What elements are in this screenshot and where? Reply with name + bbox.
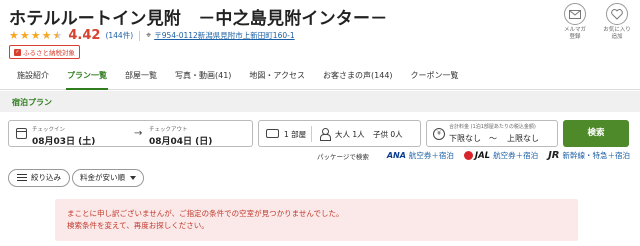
half-star-icon: ★ bbox=[52, 29, 63, 42]
package-ana-link[interactable]: 航空券＋宿泊 bbox=[409, 150, 454, 161]
badge-label: ふるさと納税対象 bbox=[23, 49, 75, 57]
jr-logo: JR bbox=[548, 150, 560, 161]
bed-icon bbox=[266, 129, 279, 138]
hotel-title: ホテルルートイン見附 －中之島見附インター－ bbox=[9, 9, 388, 29]
subtab-bar: 宿泊プラン bbox=[0, 91, 640, 112]
package-search-row: パッケージで検索 ANA 航空券＋宿泊 JAL 航空券＋宿泊 JR 新幹線・特急… bbox=[317, 150, 630, 161]
star-icon: ★ bbox=[19, 29, 30, 42]
top-actions: メルマガ 登録 お気に入り 追加 bbox=[560, 3, 632, 41]
review-count-link[interactable]: (144件) bbox=[105, 30, 133, 41]
jal-crane-icon bbox=[463, 151, 473, 160]
tab-rooms[interactable]: 部屋一覧 bbox=[116, 62, 166, 89]
date-picker[interactable]: チェックイン 08月03日 (土) → チェックアウト 08月04日 (日) bbox=[8, 120, 253, 147]
rooms-value: 1 部屋 bbox=[284, 130, 307, 139]
address-link[interactable]: 〒954-0112新潟県見附市上新田町160-1 bbox=[154, 30, 294, 41]
jal-logo: JAL bbox=[474, 150, 491, 161]
subtab-stay-plans[interactable]: 宿泊プラン bbox=[12, 97, 52, 108]
no-vacancy-message: まことに申し訳ございませんが、ご指定の条件での空室が見つかりませんでした。 検索… bbox=[55, 199, 578, 241]
calendar-icon bbox=[16, 128, 27, 139]
checkin-value[interactable]: 08月03日 (土) bbox=[32, 134, 95, 147]
favorite-label: お気に入り 追加 bbox=[603, 27, 631, 41]
divider bbox=[311, 126, 312, 142]
main-tabs: 施設紹介 プラン一覧 部屋一覧 写真・動画(41) 地図・アクセス お客さまの声… bbox=[0, 62, 640, 90]
error-line-1: まことに申し訳ございませんが、ご指定の条件での空室が見つかりませんでした。 bbox=[67, 209, 344, 218]
price-tilde: 〜 bbox=[489, 134, 497, 143]
yen-coin-icon: ¥ bbox=[433, 128, 445, 140]
furusato-badge: ✓ ふるさと納税対象 bbox=[9, 45, 80, 59]
rating-score: 4.42 bbox=[68, 28, 101, 43]
tab-facility[interactable]: 施設紹介 bbox=[0, 62, 58, 89]
tab-photos[interactable]: 写真・動画(41) bbox=[166, 62, 240, 89]
package-jr[interactable]: JR 新幹線・特急＋宿泊 bbox=[548, 150, 630, 161]
price-min[interactable]: 下限なし bbox=[449, 133, 481, 144]
children-value: 子供 0人 bbox=[373, 130, 403, 139]
person-icon bbox=[320, 128, 331, 141]
sort-select[interactable]: 料金が安い順 bbox=[72, 169, 144, 187]
newsletter-button[interactable]: メルマガ 登録 bbox=[560, 3, 590, 41]
price-label: 合計料金 (1泊1部屋あたりの税込金額) bbox=[449, 123, 536, 130]
filter-sliders-icon bbox=[17, 174, 27, 182]
search-button[interactable]: 検索 bbox=[563, 120, 629, 147]
package-ana[interactable]: ANA 航空券＋宿泊 bbox=[387, 150, 454, 161]
newsletter-label: メルマガ 登録 bbox=[563, 27, 586, 41]
error-line-2: 検索条件を変えて、再度お探しください。 bbox=[67, 221, 209, 230]
package-jal[interactable]: JAL 航空券＋宿泊 bbox=[463, 150, 538, 161]
mail-icon bbox=[564, 3, 586, 25]
rating-stars: ★ ★ ★ ★ ★ bbox=[9, 30, 62, 41]
ana-logo: ANA bbox=[386, 151, 406, 160]
price-label-text: 合計料金 bbox=[449, 124, 470, 130]
heart-icon bbox=[606, 3, 628, 25]
tab-map[interactable]: 地図・アクセス bbox=[240, 62, 314, 89]
price-max[interactable]: 上限なし bbox=[507, 133, 539, 144]
star-icon: ★ bbox=[41, 29, 52, 42]
rating-row: ★ ★ ★ ★ ★ 4.42 (144件) ⌖ 〒954-0112新潟県見附市上… bbox=[9, 28, 295, 43]
adults-value: 大人 1人 bbox=[335, 130, 365, 139]
price-sub-text: (1泊1部屋あたりの税込金額) bbox=[470, 124, 536, 130]
location-pin-icon: ⌖ bbox=[146, 30, 152, 41]
star-icon: ★ bbox=[9, 29, 19, 42]
favorite-button[interactable]: お気に入り 追加 bbox=[602, 3, 632, 41]
guest-selector[interactable]: 1 部屋 大人 1人 子供 0人 bbox=[258, 120, 421, 147]
package-label: パッケージで検索 bbox=[316, 152, 369, 161]
tab-reviews[interactable]: お客さまの声(144) bbox=[314, 62, 402, 89]
arrow-right-icon: → bbox=[134, 128, 143, 139]
narrow-filter-label: 絞り込み bbox=[31, 173, 61, 182]
checkout-value[interactable]: 08月04日 (日) bbox=[149, 134, 212, 147]
star-icon: ★ bbox=[30, 29, 41, 42]
checkin-label: チェックイン bbox=[32, 127, 66, 133]
package-jr-link[interactable]: 新幹線・特急＋宿泊 bbox=[563, 150, 631, 161]
sort-select-value: 料金が安い順 bbox=[80, 173, 125, 182]
price-range-selector[interactable]: ¥ 合計料金 (1泊1部屋あたりの税込金額) 下限なし 〜 上限なし bbox=[426, 120, 558, 147]
package-jal-link[interactable]: 航空券＋宿泊 bbox=[493, 150, 538, 161]
checkout-label: チェックアウト bbox=[149, 127, 188, 133]
tab-plans[interactable]: プラン一覧 bbox=[58, 62, 116, 90]
badge-check-icon: ✓ bbox=[14, 48, 21, 56]
chevron-down-icon bbox=[130, 176, 136, 180]
tab-coupons[interactable]: クーポン一覧 bbox=[402, 62, 468, 89]
narrow-filter-button[interactable]: 絞り込み bbox=[8, 169, 70, 187]
divider bbox=[139, 30, 141, 41]
